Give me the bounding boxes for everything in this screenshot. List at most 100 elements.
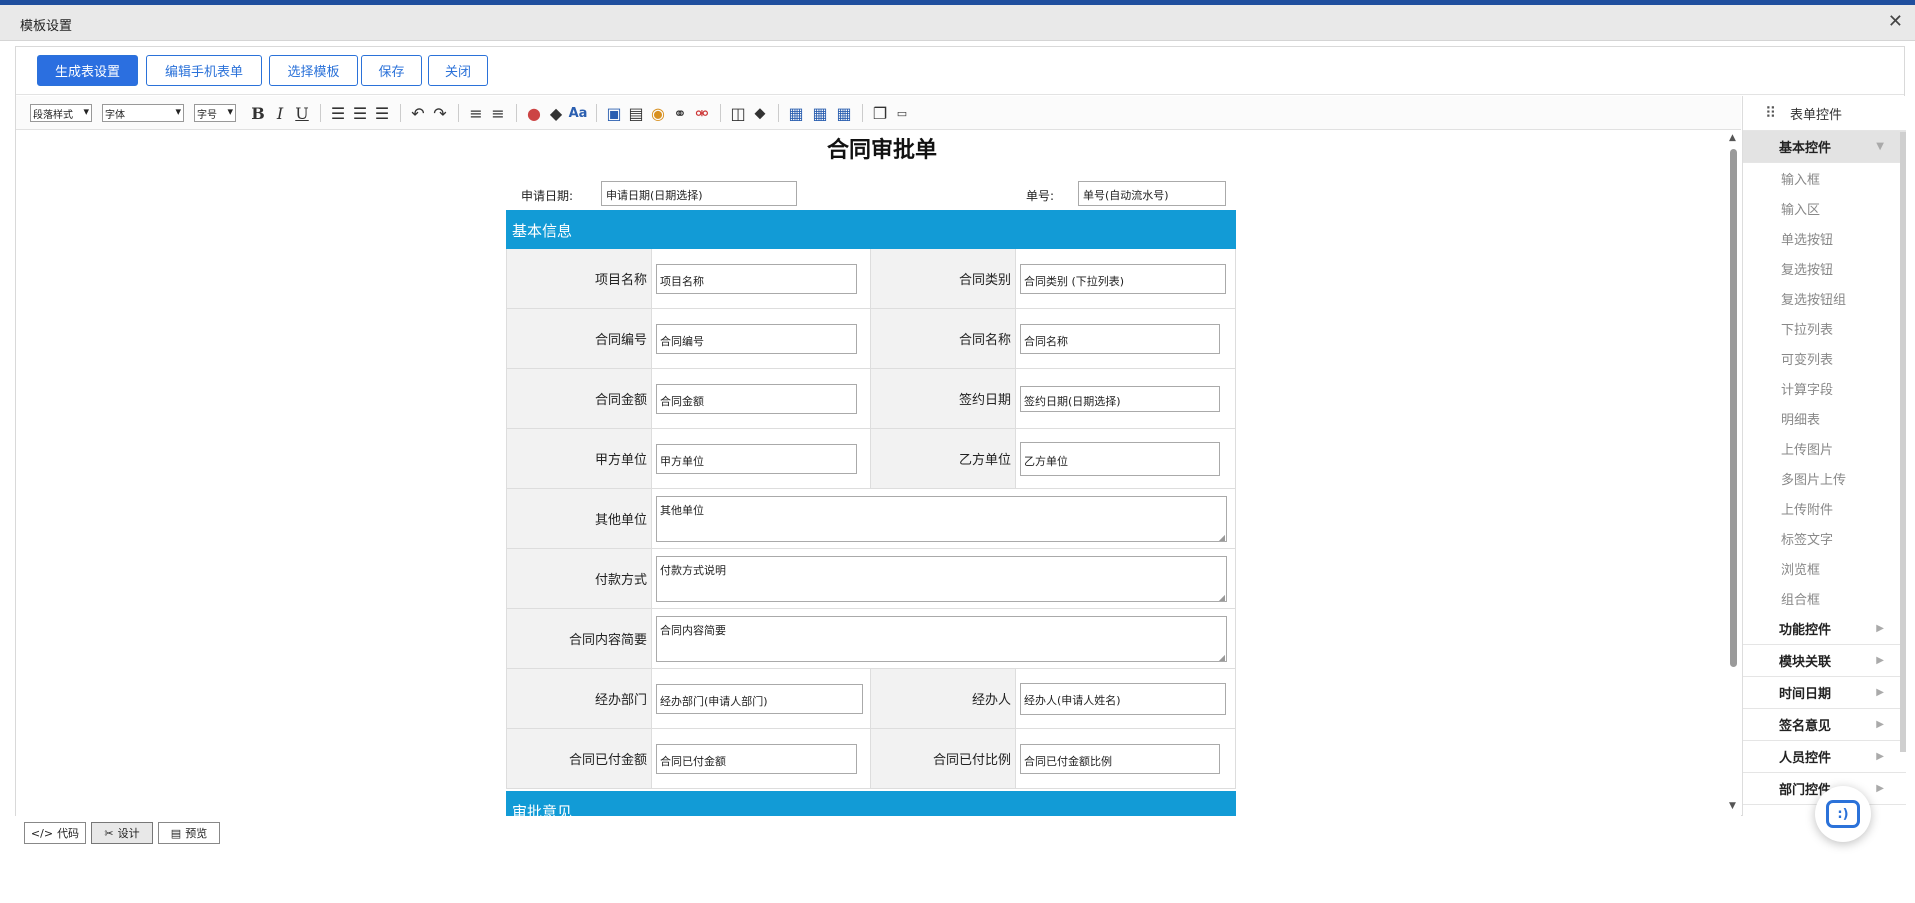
sidebar-scrollbar[interactable]: [1900, 132, 1906, 752]
tab-preview[interactable]: ▤ 预览: [158, 822, 220, 844]
unlink-icon[interactable]: ⚮: [692, 103, 712, 123]
party-a-field[interactable]: 甲方单位: [656, 443, 857, 474]
control-item[interactable]: 多图片上传: [1743, 463, 1906, 493]
copy-icon[interactable]: ❐: [870, 103, 890, 123]
media-icon[interactable]: ◉: [648, 103, 668, 123]
chevron-down-icon: ▼: [1876, 141, 1884, 152]
project-name-field[interactable]: 项目名称: [656, 263, 857, 294]
redo-icon[interactable]: ↷: [430, 103, 450, 123]
design-canvas[interactable]: 合同审批单 申请日期: 申请日期(日期选择) 单号: 单号(自动流水号) 基本信…: [16, 131, 1741, 816]
align-left-icon[interactable]: ☰: [328, 103, 348, 123]
control-item[interactable]: 复选按钮组: [1743, 283, 1906, 313]
fill-color-icon[interactable]: ◆: [546, 103, 566, 123]
toolbar-divider: [862, 104, 863, 122]
contract-name-field[interactable]: 合同名称: [1020, 323, 1220, 354]
tab-label: 设计: [117, 827, 140, 840]
tag-icon[interactable]: ⬥: [750, 103, 770, 123]
category-function-controls[interactable]: 功能控件 ▶: [1743, 613, 1906, 645]
scroll-down-icon[interactable]: ▼: [1729, 801, 1736, 811]
select-template-button[interactable]: 选择模板: [269, 55, 358, 86]
handling-dept-field[interactable]: 经办部门(申请人部门): [656, 683, 863, 714]
contract-type-field[interactable]: 合同类别 (下拉列表): [1020, 263, 1226, 294]
category-datetime[interactable]: 时间日期 ▶: [1743, 677, 1906, 709]
control-item[interactable]: 计算字段: [1743, 373, 1906, 403]
scroll-up-icon[interactable]: ▲: [1729, 133, 1736, 143]
toolbar-divider: [778, 104, 779, 122]
bold-icon[interactable]: B: [248, 103, 268, 123]
close-button[interactable]: 关闭: [428, 55, 488, 86]
control-item[interactable]: 明细表: [1743, 403, 1906, 433]
editor-scrollbar[interactable]: ▲ ▼: [1726, 131, 1741, 816]
sidebar-title: 表单控件: [1790, 107, 1843, 123]
toolbar-divider: [458, 104, 459, 122]
close-icon[interactable]: ✕: [1888, 11, 1903, 32]
control-item[interactable]: 下拉列表: [1743, 313, 1906, 343]
control-item[interactable]: 可变列表: [1743, 343, 1906, 373]
script-icon[interactable]: ▭: [892, 103, 912, 123]
save-button[interactable]: 保存: [361, 55, 422, 86]
chat-bot-icon: :): [1826, 800, 1860, 828]
tab-label: 预览: [185, 827, 208, 840]
table-column-icon[interactable]: ▦: [834, 103, 854, 123]
control-item[interactable]: 复选按钮: [1743, 253, 1906, 283]
table-row: 合同内容简要 合同内容简要: [506, 609, 1236, 669]
contract-summary-textarea[interactable]: 合同内容简要: [656, 615, 1227, 662]
tab-code[interactable]: </> 代码: [24, 822, 86, 844]
category-person-controls[interactable]: 人员控件 ▶: [1743, 741, 1906, 773]
split-view-icon[interactable]: ◫: [728, 103, 748, 123]
number-field[interactable]: 单号(自动流水号): [1078, 181, 1226, 206]
control-list: 输入框 输入区 单选按钮 复选按钮 复选按钮组 下拉列表 可变列表 计算字段 明…: [1743, 163, 1906, 613]
field-label: 合同类别: [871, 249, 1016, 308]
italic-icon[interactable]: I: [270, 103, 290, 123]
contract-amount-field[interactable]: 合同金额: [656, 383, 857, 414]
control-item[interactable]: 单选按钮: [1743, 223, 1906, 253]
unordered-list-icon[interactable]: ≡: [488, 103, 508, 123]
control-item[interactable]: 输入框: [1743, 163, 1906, 193]
paid-amount-field[interactable]: 合同已付金额: [656, 743, 857, 774]
control-item[interactable]: 输入区: [1743, 193, 1906, 223]
category-label: 基本控件: [1779, 141, 1832, 156]
action-button-bar: 生成表设置 编辑手机表单 选择模板 保存 关闭: [16, 47, 1904, 95]
image-icon[interactable]: ▣: [604, 103, 624, 123]
picture-icon[interactable]: ▤: [626, 103, 646, 123]
control-item[interactable]: 上传图片: [1743, 433, 1906, 463]
ordered-list-icon[interactable]: ≡: [466, 103, 486, 123]
field-label: 其他单位: [507, 489, 652, 548]
field-label: 经办部门: [507, 669, 652, 728]
handler-field[interactable]: 经办人(申请人姓名): [1020, 682, 1226, 715]
other-units-textarea[interactable]: 其他单位: [656, 495, 1227, 542]
tab-design[interactable]: ✂ 设计: [91, 822, 153, 844]
control-item[interactable]: 上传附件: [1743, 493, 1906, 523]
table-icon[interactable]: ▦: [786, 103, 806, 123]
link-icon[interactable]: ⚭: [670, 103, 690, 123]
category-signature[interactable]: 签名意见 ▶: [1743, 709, 1906, 741]
field-label: 合同内容简要: [507, 609, 652, 668]
undo-icon[interactable]: ↶: [408, 103, 428, 123]
text-style-icon[interactable]: Aa: [568, 103, 588, 123]
underline-icon[interactable]: U: [292, 103, 312, 123]
assistant-chat-button[interactable]: :): [1815, 786, 1871, 842]
category-module-link[interactable]: 模块关联 ▶: [1743, 645, 1906, 677]
generate-table-settings-button[interactable]: 生成表设置: [37, 55, 138, 86]
apply-date-field[interactable]: 申请日期(日期选择): [601, 181, 797, 206]
control-item[interactable]: 标签文字: [1743, 523, 1906, 553]
paid-ratio-field[interactable]: 合同已付金额比例: [1020, 743, 1220, 774]
scrollbar-thumb[interactable]: [1730, 149, 1737, 667]
table-row-icon[interactable]: ▦: [810, 103, 830, 123]
contract-number-field[interactable]: 合同编号: [656, 323, 857, 354]
control-item[interactable]: 组合框: [1743, 583, 1906, 613]
party-b-field[interactable]: 乙方单位: [1020, 441, 1220, 476]
palette-icon[interactable]: ●: [524, 103, 544, 123]
control-item[interactable]: 浏览框: [1743, 553, 1906, 583]
paragraph-style-select[interactable]: 段落样式: [30, 104, 92, 122]
align-right-icon[interactable]: ☰: [372, 103, 392, 123]
font-size-select[interactable]: 字号: [194, 104, 236, 122]
align-center-icon[interactable]: ☰: [350, 103, 370, 123]
edit-mobile-form-button[interactable]: 编辑手机表单: [146, 55, 262, 86]
apply-date-label: 申请日期:: [521, 189, 574, 203]
payment-method-textarea[interactable]: 付款方式说明: [656, 555, 1227, 602]
signing-date-field[interactable]: 签约日期(日期选择): [1020, 385, 1220, 412]
category-basic-controls[interactable]: 基本控件 ▼: [1743, 131, 1906, 163]
category-label: 模块关联: [1779, 655, 1832, 670]
font-family-select[interactable]: 字体: [102, 104, 184, 122]
